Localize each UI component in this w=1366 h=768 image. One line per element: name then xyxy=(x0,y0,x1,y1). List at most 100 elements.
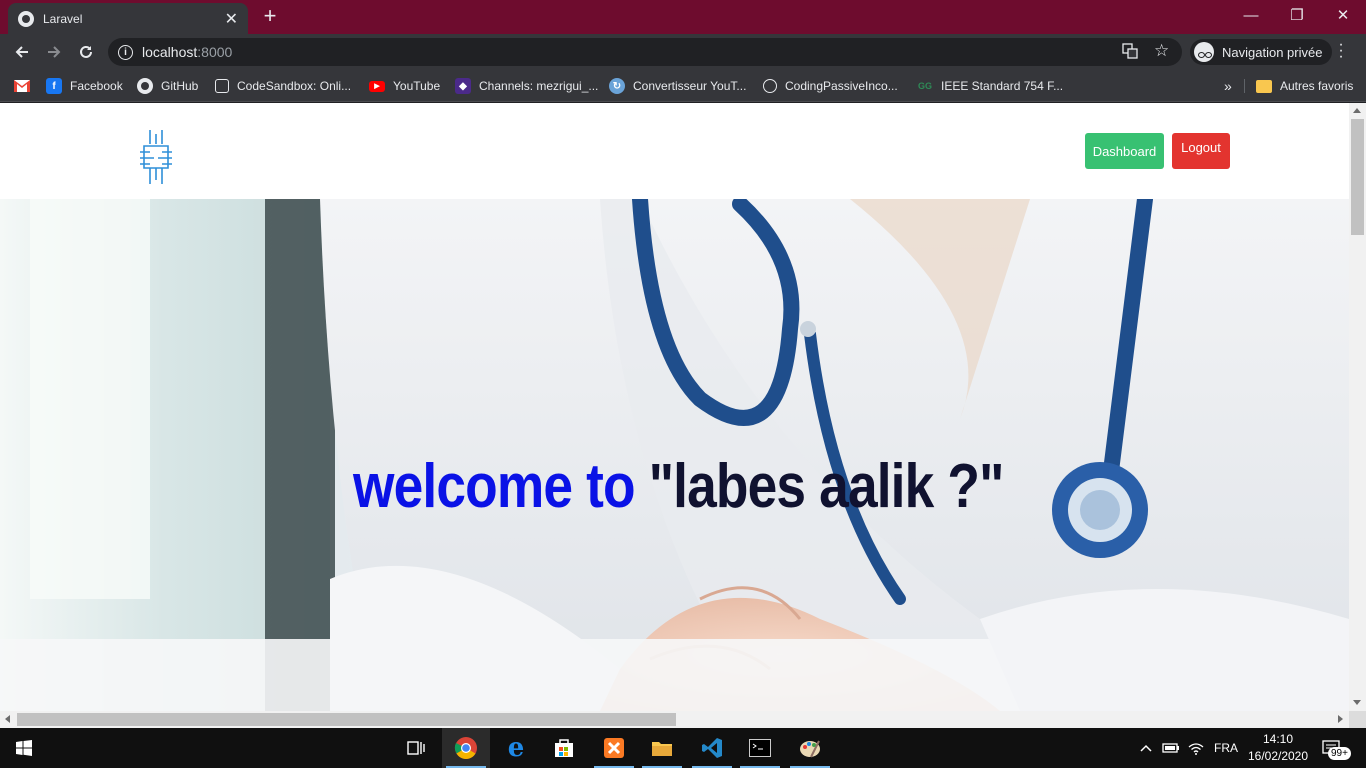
scroll-right-arrow-icon[interactable] xyxy=(1338,715,1343,723)
globe-icon xyxy=(763,79,777,93)
windows-taskbar: e FRA 14:10 16/02/2020 99+ xyxy=(0,728,1366,768)
site-info-icon[interactable]: i xyxy=(118,44,133,60)
reload-button[interactable] xyxy=(74,40,98,64)
notification-count-badge: 99+ xyxy=(1328,747,1351,760)
bookmark-label: Facebook xyxy=(70,79,123,93)
tab-close-icon[interactable]: ✕ xyxy=(225,9,238,29)
file-explorer-taskbar-button[interactable] xyxy=(638,728,686,768)
site-navbar: Dashboard Logout xyxy=(0,103,1349,199)
other-bookmarks-label: Autres favoris xyxy=(1280,79,1354,93)
logout-button[interactable]: Logout xyxy=(1172,133,1230,169)
horizontal-scroll-thumb[interactable] xyxy=(17,713,676,726)
bookmarks-divider xyxy=(1244,79,1245,93)
bookmark-youtube[interactable]: ▶ YouTube xyxy=(369,76,440,96)
store-taskbar-button[interactable] xyxy=(540,728,588,768)
paint-palette-icon xyxy=(800,740,820,758)
scroll-down-arrow-icon[interactable] xyxy=(1353,700,1361,705)
task-view-button[interactable] xyxy=(392,728,440,768)
tab-title: Laravel xyxy=(43,11,83,26)
terminal-taskbar-button[interactable] xyxy=(736,728,784,768)
codesandbox-icon xyxy=(215,79,229,93)
chrome-icon xyxy=(454,737,477,759)
edge-taskbar-button[interactable]: e xyxy=(492,728,540,768)
minimize-button[interactable]: — xyxy=(1228,0,1274,30)
incognito-icon xyxy=(1194,42,1214,62)
paint-taskbar-button[interactable] xyxy=(786,728,834,768)
scrollbar-corner xyxy=(1349,711,1366,728)
other-bookmarks-folder[interactable]: Autres favoris xyxy=(1256,76,1353,96)
bookmark-github[interactable]: GitHub xyxy=(137,76,198,96)
hero-title-app-name: "labes aalik ?" xyxy=(634,452,1005,521)
channels-icon: ◆ xyxy=(455,78,471,94)
bookmark-channels[interactable]: ◆ Channels: mezrigui_... xyxy=(455,76,598,96)
youtube-icon: ▶ xyxy=(369,80,385,92)
battery-icon[interactable] xyxy=(1162,728,1180,768)
browser-toolbar: i localhost :8000 ☆ Navigation privée · ·… xyxy=(0,34,1366,70)
new-tab-button[interactable]: + xyxy=(258,5,282,29)
bookmarks-overflow-button[interactable]: » xyxy=(1224,76,1232,96)
browser-titlebar: Laravel ✕ + — ❐ ✕ xyxy=(0,0,1366,34)
bookmark-converter[interactable]: ↻ Convertisseur YouT... xyxy=(609,76,746,96)
bookmark-gmail[interactable] xyxy=(14,76,30,96)
close-window-button[interactable]: ✕ xyxy=(1320,0,1366,30)
restore-button[interactable]: ❐ xyxy=(1274,0,1320,30)
vertical-scroll-thumb[interactable] xyxy=(1351,119,1364,235)
taskbar-clock[interactable]: 14:10 16/02/2020 xyxy=(1244,731,1312,765)
vscode-icon xyxy=(702,738,722,758)
forward-button[interactable] xyxy=(42,40,66,64)
bookmark-label: IEEE Standard 754 F... xyxy=(941,79,1064,93)
language-indicator[interactable]: FRA xyxy=(1214,728,1238,768)
bookmark-label: Convertisseur YouT... xyxy=(633,79,747,93)
show-hidden-icons-button[interactable] xyxy=(1140,728,1152,768)
translate-icon[interactable] xyxy=(1122,43,1138,62)
bookmark-label: CodingPassiveInco... xyxy=(785,79,898,93)
browser-menu-icon[interactable]: · · · xyxy=(1334,37,1348,65)
browser-tab[interactable]: Laravel ✕ xyxy=(8,3,248,34)
github-icon xyxy=(137,78,153,94)
bookmark-label: Channels: mezrigui_... xyxy=(479,79,599,93)
vscode-taskbar-button[interactable] xyxy=(688,728,736,768)
bookmarks-bar: f Facebook GitHub CodeSandbox: Onli... ▶… xyxy=(0,70,1366,102)
chrome-taskbar-button[interactable] xyxy=(442,728,490,768)
bookmark-codesandbox[interactable]: CodeSandbox: Onli... xyxy=(215,76,351,96)
notification-center-button[interactable]: 99+ xyxy=(1322,728,1351,768)
bookmark-label: GitHub xyxy=(161,79,199,93)
back-arrow-icon xyxy=(15,46,28,58)
incognito-label: Navigation privée xyxy=(1222,44,1323,60)
scroll-left-arrow-icon[interactable] xyxy=(5,715,10,723)
clock-time: 14:10 xyxy=(1262,732,1294,746)
edge-icon: e xyxy=(507,733,525,763)
url-host: localhost xyxy=(142,44,198,60)
hero-title: welcome to "labes aalik ?" xyxy=(353,451,1004,522)
site-logo-icon[interactable] xyxy=(138,128,174,186)
horizontal-scrollbar[interactable] xyxy=(0,711,1349,728)
reload-icon xyxy=(80,45,92,58)
ieee-icon: GG xyxy=(917,81,932,91)
hero-title-welcome: welcome to xyxy=(353,452,636,521)
vertical-scrollbar[interactable] xyxy=(1349,103,1366,711)
folder-icon xyxy=(652,742,672,756)
back-button[interactable] xyxy=(10,40,34,64)
bookmark-ieee[interactable]: GG IEEE Standard 754 F... xyxy=(917,76,1063,96)
bookmark-label: CodeSandbox: Onli... xyxy=(237,79,352,93)
bookmark-label: YouTube xyxy=(393,79,441,93)
store-icon xyxy=(555,739,573,757)
wifi-icon[interactable] xyxy=(1188,728,1204,768)
terminal-icon xyxy=(749,739,771,757)
chevron-up-icon xyxy=(1140,744,1152,752)
hero-banner: welcome to "labes aalik ?" xyxy=(0,199,1349,711)
xampp-taskbar-button[interactable] xyxy=(590,728,638,768)
url-port: :8000 xyxy=(197,44,233,60)
dashboard-button[interactable]: Dashboard xyxy=(1085,133,1164,169)
bookmark-codingpassive[interactable]: CodingPassiveInco... xyxy=(763,76,898,96)
laravel-favicon-icon xyxy=(18,10,34,27)
start-button[interactable] xyxy=(0,728,48,768)
bookmark-star-icon[interactable]: ☆ xyxy=(1154,41,1169,61)
address-bar[interactable]: i localhost :8000 xyxy=(108,38,1182,66)
facebook-icon: f xyxy=(46,78,62,94)
scroll-up-arrow-icon[interactable] xyxy=(1353,108,1361,113)
bookmark-facebook[interactable]: f Facebook xyxy=(46,76,123,96)
gmail-icon xyxy=(14,80,30,92)
page-viewport: Dashboard Logout welcome to "labes aalik… xyxy=(0,103,1349,711)
incognito-profile-button[interactable]: Navigation privée xyxy=(1190,39,1333,65)
